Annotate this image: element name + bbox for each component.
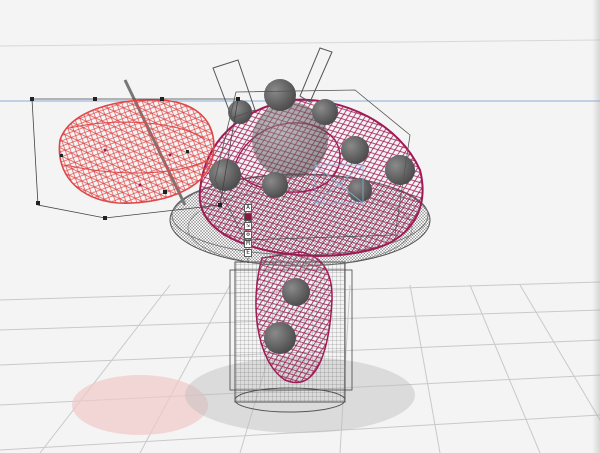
settings-button[interactable]: ⚙	[244, 231, 252, 239]
scene-canvas[interactable]	[0, 0, 600, 453]
color-swatch-button[interactable]	[244, 213, 252, 221]
scale-button[interactable]: ⇲	[244, 222, 252, 230]
viewport-guides	[0, 39, 600, 102]
selected-red-object[interactable]	[58, 98, 215, 204]
3d-viewport[interactable]: A ⇲ ⚙ M E ↓	[0, 0, 600, 453]
move-button[interactable]: M	[244, 240, 252, 248]
down-arrow-icon[interactable]: ↓	[244, 258, 252, 265]
edit-button[interactable]: E	[244, 249, 252, 257]
manipulator-toolbar: A ⇲ ⚙ M E ↓	[244, 204, 252, 265]
axis-button[interactable]: A	[244, 204, 252, 212]
